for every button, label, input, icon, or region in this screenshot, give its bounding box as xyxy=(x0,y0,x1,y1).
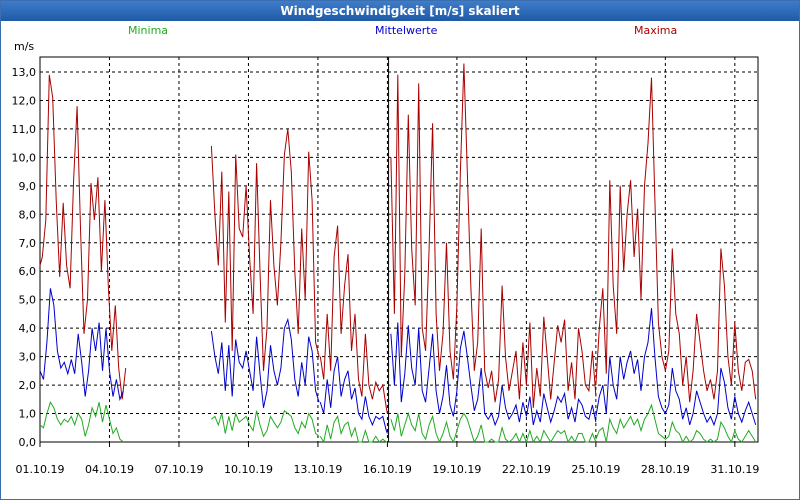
x-tick-label: 01.10.19 xyxy=(16,463,65,476)
x-tick-label: 07.10.19 xyxy=(154,463,203,476)
y-tick-label: 3,0 xyxy=(19,351,37,364)
y-tick-label: 12,0 xyxy=(12,94,37,107)
chart-plot: 0,0 1,0 2,0 3,0 4,0 5,0 6,0 7,0 8,0 9,0 10,0 11,0 12… xyxy=(12,56,759,476)
y-tick-label: 7,0 xyxy=(19,237,37,250)
y-tick-label: 10,0 xyxy=(12,151,37,164)
x-tick-label: 28.10.19 xyxy=(641,463,690,476)
x-tick-label: 13.10.19 xyxy=(293,463,342,476)
y-tick-label: 9,0 xyxy=(19,180,37,193)
y-tick-label: 4,0 xyxy=(19,322,37,335)
y-tick-label: 5,0 xyxy=(19,294,37,307)
x-tick-label: 16.10.19 xyxy=(363,463,412,476)
x-tick-label: 25.10.19 xyxy=(571,463,620,476)
x-tick-label: 19.10.19 xyxy=(432,463,481,476)
x-tick-label: 04.10.19 xyxy=(85,463,134,476)
y-tick-label: 13,0 xyxy=(12,66,37,79)
x-tick-label: 31.10.19 xyxy=(710,463,759,476)
y-tick-label: 1,0 xyxy=(19,408,37,421)
plot-area xyxy=(39,56,759,443)
x-tick-label: 10.10.19 xyxy=(224,463,273,476)
y-tick-label: 8,0 xyxy=(19,208,37,221)
y-tick-label: 11,0 xyxy=(12,123,37,136)
y-tick-label: 0,0 xyxy=(19,436,37,449)
y-tick-label: 6,0 xyxy=(19,265,37,278)
x-tick-label: 22.10.19 xyxy=(502,463,551,476)
y-tick-label: 2,0 xyxy=(19,379,37,392)
